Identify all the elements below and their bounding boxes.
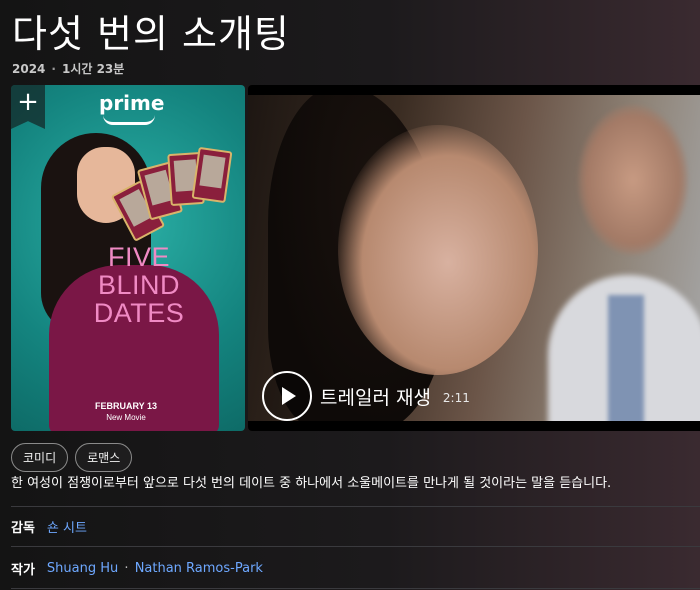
letterbox-bottom [248,421,700,431]
poster-title-line: FIVE [107,242,170,272]
poster-title-line: DATES [93,298,185,328]
writer-link[interactable]: Shuang Hu [47,561,118,576]
plot-description: 한 여성이 점쟁이로부터 앞으로 다섯 번의 데이트 중 하나에서 소울메이트를… [11,476,612,491]
meta-separator: · [51,61,56,76]
plus-icon: + [17,87,39,117]
director-link[interactable]: 숀 시트 [47,517,87,536]
movie-poster[interactable]: prime FIVE BLIND DATES FEBRUARY 13 New M… [11,85,245,431]
runtime: 1시간 23분 [61,62,125,76]
poster-date: FEBRUARY 13 [94,401,157,411]
writers-label: 작가 [11,562,35,578]
play-trailer-button[interactable] [262,371,312,421]
divider [11,506,700,507]
trailer-bg-tie [608,295,644,431]
writer-separator: · [124,560,129,576]
play-trailer-control[interactable]: 트레일러 재생 2:11 [262,371,470,421]
divider [11,546,700,547]
poster-title: FIVE BLIND DATES [79,243,199,327]
play-icon [282,387,296,405]
poster-card [191,146,233,204]
trailer-face [338,125,538,375]
release-year: 2024 [12,61,46,76]
prime-smile-icon [103,115,155,125]
play-trailer-label[interactable]: 트레일러 재생 [320,383,431,410]
poster-title-line: BLIND [97,270,181,300]
divider [11,588,700,589]
genre-chips: 코미디 로맨스 [11,443,133,472]
genre-chip-romance[interactable]: 로맨스 [75,443,133,472]
director-label: 감독 [11,520,35,536]
director-row: 감독 숀 시트 [11,516,87,536]
trailer-bg-man [578,105,688,255]
title-meta: 2024 · 1시간 23분 [12,60,124,77]
trailer-preview[interactable]: 트레일러 재생 2:11 [248,85,700,431]
add-to-watchlist-button[interactable]: + [11,85,45,129]
letterbox-top [248,85,700,95]
trailer-duration: 2:11 [442,391,470,405]
genre-chip-comedy[interactable]: 코미디 [11,443,69,472]
writers-row: 작가 Shuang Hu · Nathan Ramos-Park [11,558,263,578]
writer-link[interactable]: Nathan Ramos-Park [135,561,263,576]
prime-logo: prime [99,91,165,115]
page-title: 다섯 번의 소개팅 [12,12,290,56]
poster-subtitle: New Movie [106,413,146,422]
